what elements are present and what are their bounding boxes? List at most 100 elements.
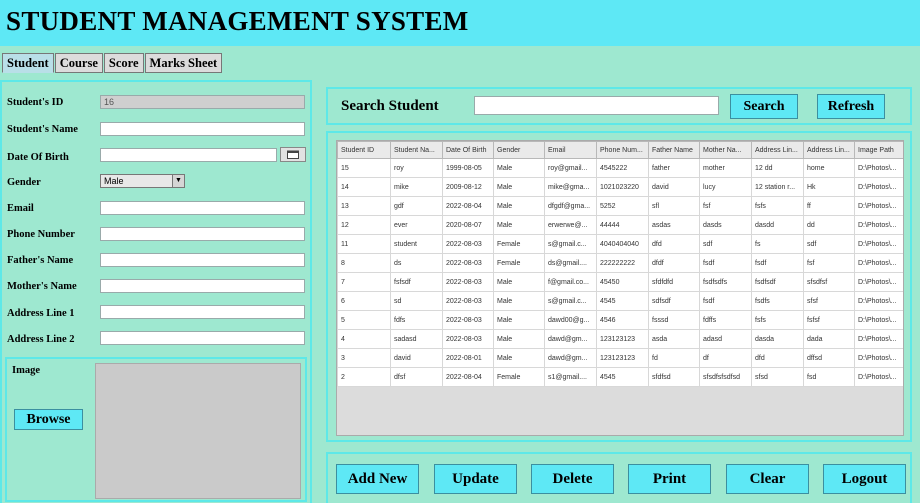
logout-button[interactable]: Logout <box>823 464 906 494</box>
table-cell: Male <box>493 291 545 311</box>
table-row[interactable]: 5 fdfs 2022-08-03 Male dawd00@g... 4546 fsssd f… <box>337 310 903 330</box>
table-cell: fsdf <box>699 253 752 273</box>
table-cell: df <box>699 348 752 368</box>
table-cell: dawd@gm... <box>544 348 597 368</box>
table-row[interactable]: 6 sd 2022-08-03 Male s@gmail.c... 4545 sdfsdf f… <box>337 291 903 311</box>
column-header[interactable]: Address Lin... <box>751 141 804 159</box>
table-row[interactable]: 11 student 2022-08-03 Female s@gmail.c... 404… <box>337 234 903 254</box>
column-header[interactable]: Gender <box>493 141 545 159</box>
table-row[interactable]: 15 roy 1999-08-05 Male roy@gmail... 4545222 fa… <box>337 158 903 178</box>
table-cell: D:\Photos\... <box>854 253 903 273</box>
father-name-field[interactable] <box>100 253 305 267</box>
column-header[interactable]: Email <box>544 141 597 159</box>
table-row[interactable]: 4 sadasd 2022-08-03 Male dawd@gm... 123123123… <box>337 329 903 349</box>
table-cell: 11 <box>337 234 391 254</box>
student-name-field[interactable] <box>100 122 305 136</box>
table-cell: D:\Photos\... <box>854 158 903 178</box>
table-cell: gdf <box>390 196 443 216</box>
gender-select[interactable]: Male ▼ <box>100 174 185 188</box>
column-header[interactable]: Mother Na... <box>699 141 752 159</box>
column-header[interactable]: Student ID <box>337 141 391 159</box>
table-cell: dasda <box>751 329 804 349</box>
table-cell: erwerwe@... <box>544 215 597 235</box>
table-row[interactable]: 3 david 2022-08-01 Male dawd@gm... 123123123 f… <box>337 348 903 368</box>
browse-button[interactable]: Browse <box>14 409 83 430</box>
table-cell: dfdf <box>648 253 700 273</box>
table-cell: dawd@gm... <box>544 329 597 349</box>
table-cell: sfdfsd <box>648 367 700 387</box>
table-row[interactable]: 14 mike 2009-08-12 Male mike@gma... 102102322… <box>337 177 903 197</box>
update-button[interactable]: Update <box>434 464 517 494</box>
phone-field[interactable] <box>100 227 305 241</box>
phone-label: Phone Number <box>7 229 75 240</box>
table-cell: 2009-08-12 <box>442 177 494 197</box>
table-row[interactable]: 7 fsfsdf 2022-08-03 Male f@gmail.co... 45450 s… <box>337 272 903 292</box>
calendar-button[interactable] <box>280 147 306 162</box>
chevron-down-icon: ▼ <box>172 175 184 187</box>
table-cell: asda <box>648 329 700 349</box>
table-cell: Female <box>493 367 545 387</box>
address-line-1-field[interactable] <box>100 305 305 319</box>
column-header[interactable]: Phone Num... <box>596 141 649 159</box>
tab-student[interactable]: Student <box>2 53 54 73</box>
table-cell: 4545 <box>596 367 649 387</box>
table-cell: 4545 <box>596 291 649 311</box>
table-cell: student <box>390 234 443 254</box>
table-cell: 7 <box>337 272 391 292</box>
column-header[interactable]: Father Name <box>648 141 700 159</box>
table-cell: fdffs <box>699 310 752 330</box>
table-cell: sfl <box>648 196 700 216</box>
table-row[interactable]: 2 dfsf 2022-08-04 Female s1@gmail.... 4545 sfd… <box>337 367 903 387</box>
student-id-field[interactable]: 16 <box>100 95 305 109</box>
table-row[interactable]: 12 ever 2020-08-07 Male erwerwe@... 44444 asda… <box>337 215 903 235</box>
table-cell: 5 <box>337 310 391 330</box>
table-cell: mother <box>699 158 752 178</box>
dob-field[interactable] <box>100 148 277 162</box>
table-row[interactable]: 13 gdf 2022-08-04 Male dfgdf@gma... 5252 sfl fs… <box>337 196 903 216</box>
table-cell: 2022-08-03 <box>442 310 494 330</box>
image-label: Image <box>12 365 40 376</box>
column-header[interactable]: Date Of Birth <box>442 141 494 159</box>
column-header[interactable]: Image Path <box>854 141 903 159</box>
table-cell: mike@gma... <box>544 177 597 197</box>
table-cell: 2022-08-03 <box>442 329 494 349</box>
table-cell: david <box>648 177 700 197</box>
column-header[interactable]: Address Lin... <box>803 141 855 159</box>
table-cell: fdfs <box>390 310 443 330</box>
table-cell: fsf <box>699 196 752 216</box>
tab-course[interactable]: Course <box>54 53 103 73</box>
clear-button[interactable]: Clear <box>726 464 809 494</box>
table-cell: 2022-08-03 <box>442 272 494 292</box>
table-cell: fsfsf <box>803 310 855 330</box>
gender-label: Gender <box>7 177 41 188</box>
table-cell: dasds <box>699 215 752 235</box>
table-cell: 12 dd <box>751 158 804 178</box>
tab-marks-sheet[interactable]: Marks Sheet <box>144 53 223 73</box>
table-cell: roy@gmail... <box>544 158 597 178</box>
address-line-2-field[interactable] <box>100 331 305 345</box>
table-cell: 222222222 <box>596 253 649 273</box>
table-cell: 1021023220 <box>596 177 649 197</box>
mother-name-field[interactable] <box>100 279 305 293</box>
delete-button[interactable]: Delete <box>531 464 614 494</box>
refresh-button[interactable]: Refresh <box>817 94 885 119</box>
search-input[interactable] <box>474 96 719 115</box>
column-header[interactable]: Student Na... <box>390 141 443 159</box>
print-button[interactable]: Print <box>628 464 711 494</box>
email-field[interactable] <box>100 201 305 215</box>
table-cell: D:\Photos\... <box>854 367 903 387</box>
table-cell: fs <box>751 234 804 254</box>
table-cell: 14 <box>337 177 391 197</box>
table-cell: D:\Photos\... <box>854 329 903 349</box>
table-cell: fsfsdf <box>390 272 443 292</box>
student-id-label: Student's ID <box>7 97 64 108</box>
table-cell: sadasd <box>390 329 443 349</box>
add-new-button[interactable]: Add New <box>336 464 419 494</box>
table-cell: Male <box>493 348 545 368</box>
table-cell: Male <box>493 177 545 197</box>
table-cell: D:\Photos\... <box>854 291 903 311</box>
tab-score[interactable]: Score <box>103 53 144 73</box>
search-button[interactable]: Search <box>730 94 798 119</box>
table-row[interactable]: 8 ds 2022-08-03 Female ds@gmail.... 222222222… <box>337 253 903 273</box>
image-preview <box>95 363 301 499</box>
